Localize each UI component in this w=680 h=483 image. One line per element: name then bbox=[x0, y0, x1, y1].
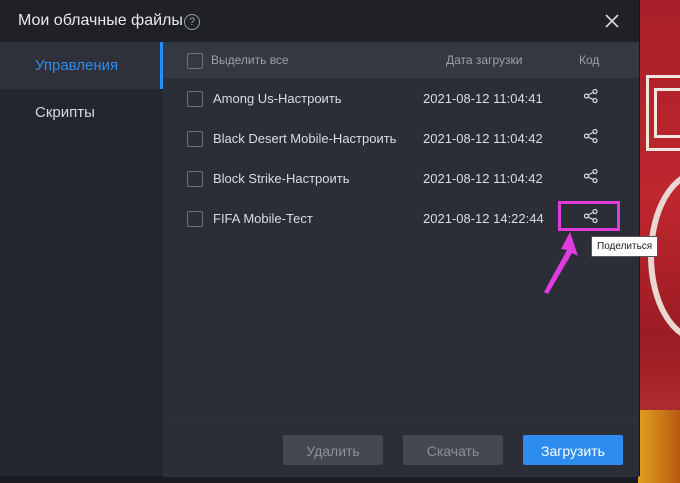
help-icon[interactable]: ? bbox=[184, 14, 200, 30]
file-name: Block Strike-Настроить bbox=[213, 171, 350, 186]
upload-date: 2021-08-12 11:04:42 bbox=[423, 131, 543, 146]
sidebar-item-scripts[interactable]: Скрипты bbox=[0, 89, 163, 136]
sidebar-item-label: Управления bbox=[35, 57, 119, 74]
file-name: Black Desert Mobile-Настроить bbox=[213, 131, 397, 146]
title-bar: Мои облачные файлы ? bbox=[0, 0, 639, 42]
dialog-footer: Удалить Скачать Загрузить bbox=[163, 420, 639, 477]
annotation-arrow-icon bbox=[544, 232, 578, 294]
upload-date: 2021-08-12 11:04:42 bbox=[423, 171, 543, 186]
share-icon[interactable] bbox=[584, 169, 598, 183]
sidebar-item-management[interactable]: Управления bbox=[0, 42, 163, 89]
row-checkbox[interactable] bbox=[187, 131, 203, 147]
dialog-title: Мои облачные файлы bbox=[18, 12, 183, 29]
close-icon[interactable] bbox=[604, 13, 620, 29]
upload-button[interactable]: Загрузить bbox=[523, 435, 623, 465]
file-row: Block Strike-Настроить 2021-08-12 11:04:… bbox=[163, 158, 639, 198]
list-header: Выделить все Дата загрузки Код bbox=[163, 42, 639, 78]
download-button[interactable]: Скачать bbox=[403, 435, 503, 465]
file-name: Among Us-Настроить bbox=[213, 91, 342, 106]
row-checkbox[interactable] bbox=[187, 91, 203, 107]
select-all-label: Выделить все bbox=[211, 53, 289, 67]
sidebar: Управления Скрипты bbox=[0, 42, 163, 476]
share-tooltip: Поделиться bbox=[591, 236, 659, 257]
row-checkbox[interactable] bbox=[187, 171, 203, 187]
file-row: Among Us-Настроить 2021-08-12 11:04:41 bbox=[163, 78, 639, 118]
select-all-checkbox[interactable] bbox=[187, 53, 203, 69]
decorative-pattern bbox=[654, 88, 680, 138]
file-row: Black Desert Mobile-Настроить 2021-08-12… bbox=[163, 118, 639, 158]
upload-date: 2021-08-12 14:22:44 bbox=[423, 211, 544, 226]
decorative-stripe bbox=[638, 410, 680, 483]
delete-button[interactable]: Удалить bbox=[283, 435, 383, 465]
code-column-header: Код bbox=[579, 53, 600, 67]
file-name: FIFA Mobile-Тест bbox=[213, 211, 313, 226]
share-highlight-annotation bbox=[558, 201, 620, 231]
share-icon[interactable] bbox=[584, 129, 598, 143]
date-column-header: Дата загрузки bbox=[446, 53, 523, 67]
row-checkbox[interactable] bbox=[187, 211, 203, 227]
share-icon[interactable] bbox=[584, 89, 598, 103]
sidebar-item-label: Скрипты bbox=[35, 104, 95, 121]
upload-date: 2021-08-12 11:04:41 bbox=[423, 91, 543, 106]
